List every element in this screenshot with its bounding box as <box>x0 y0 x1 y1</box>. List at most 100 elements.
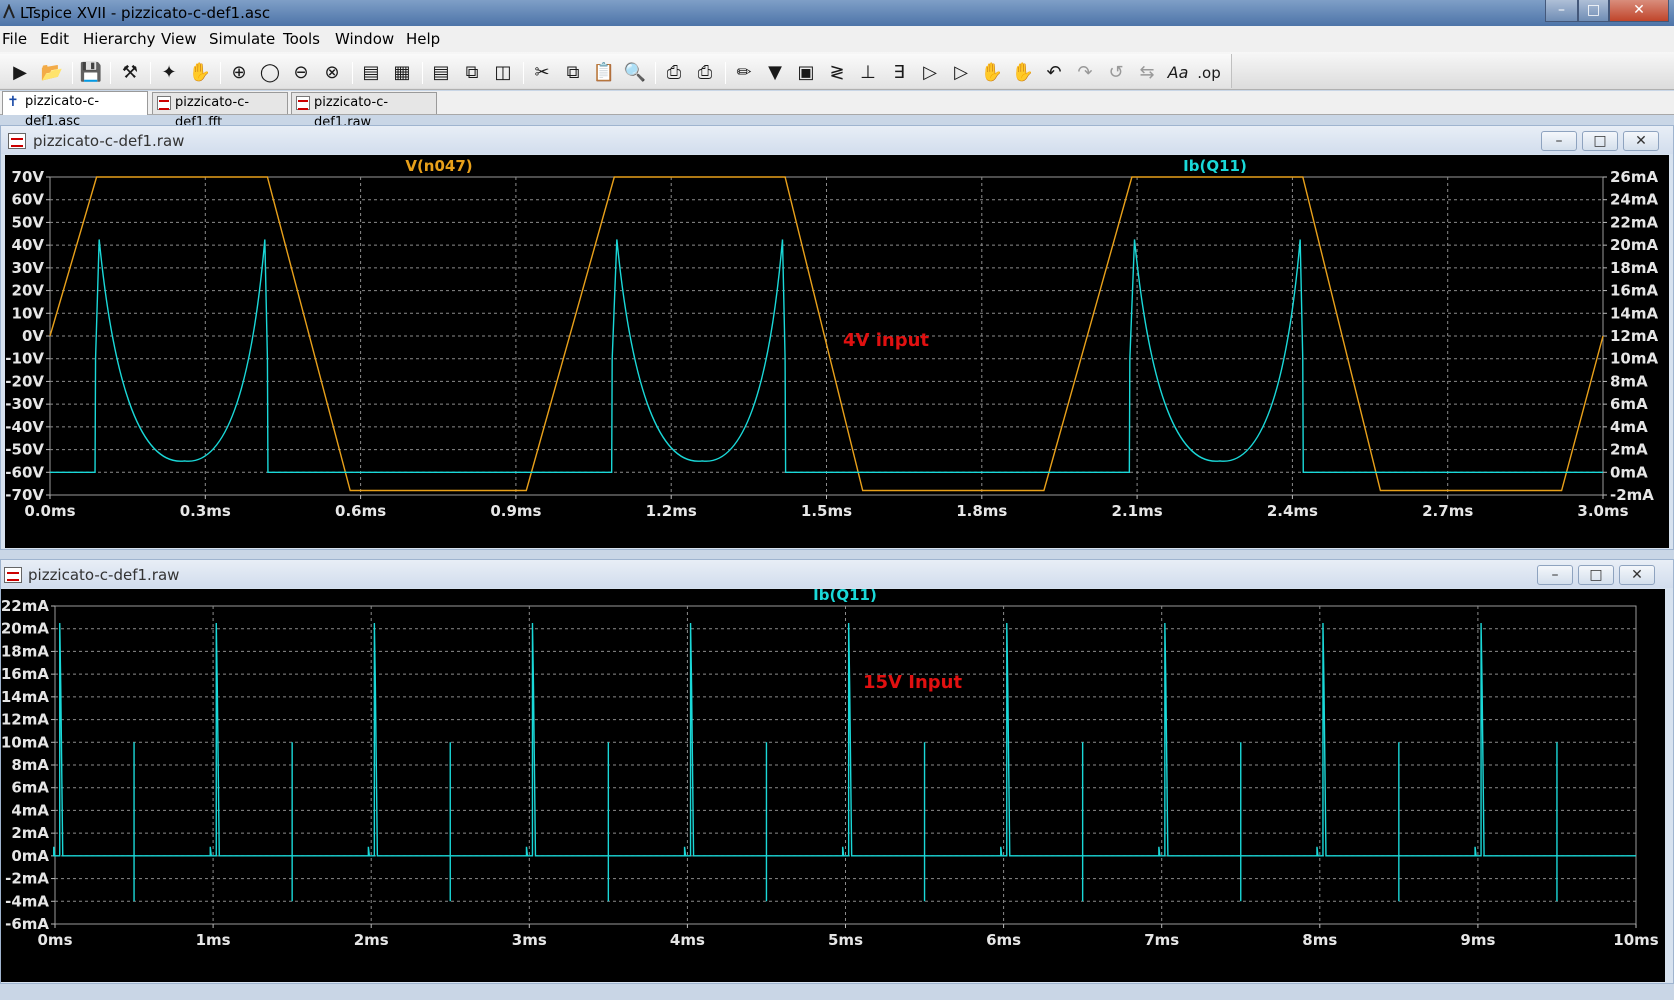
y-tick-label-left: -10V <box>5 350 44 368</box>
resistor-icon[interactable]: ≷ <box>825 61 849 85</box>
maximize-button[interactable]: □ <box>1578 0 1609 22</box>
control-panel-icon[interactable]: ⚒ <box>118 61 142 85</box>
menu-help[interactable]: Help <box>406 30 440 48</box>
x-tick-label: 10ms <box>1613 931 1659 949</box>
menu-view[interactable]: View <box>161 30 197 48</box>
panel-close-button[interactable]: ✕ <box>1623 131 1659 151</box>
y-tick-label-left: 70V <box>12 168 45 186</box>
y-tick-label-left: 10V <box>12 304 45 322</box>
copy-icon[interactable]: ⧉ <box>561 61 585 85</box>
print-preview-icon[interactable]: ⎙ <box>662 61 686 85</box>
ground-icon[interactable]: ▼ <box>763 61 787 85</box>
x-tick-label: 0.3ms <box>180 502 231 520</box>
tab-label: pizzicato-c-def1.asc <box>25 94 100 129</box>
waveform-icon <box>4 567 22 583</box>
panel-maximize-button[interactable]: □ <box>1582 131 1618 151</box>
panel-close-button[interactable]: ✕ <box>1619 565 1655 585</box>
undo-icon[interactable]: ↶ <box>1042 61 1066 85</box>
inductor-icon[interactable]: ∃ <box>887 61 911 85</box>
menu-bar: File Edit Hierarchy View Simulate Tools … <box>0 26 1674 52</box>
y-tick-label-right: 24mA <box>1610 191 1659 209</box>
tab-raw[interactable]: pizzicato-c-def1.raw <box>291 92 437 130</box>
x-tick-label: 7ms <box>1144 931 1179 949</box>
zoom-cancel-icon[interactable]: ⊗ <box>320 61 344 85</box>
rotate-icon[interactable]: ↺ <box>1104 61 1128 85</box>
x-tick-label: 2.1ms <box>1112 502 1163 520</box>
x-tick-label: 1ms <box>196 931 231 949</box>
spice-directive-icon[interactable]: .op <box>1197 61 1221 85</box>
split-icon[interactable]: ▦ <box>390 61 414 85</box>
wire-icon[interactable]: ✏ <box>732 61 756 85</box>
print-icon[interactable]: ⎙ <box>693 61 717 85</box>
autorange-icon[interactable]: ▤ <box>359 61 383 85</box>
capacitor-icon[interactable]: ⊥ <box>856 61 880 85</box>
trace-label: V(n047) <box>405 157 472 175</box>
zoom-out-icon[interactable]: ⊖ <box>289 61 313 85</box>
menu-edit[interactable]: Edit <box>40 30 69 48</box>
waveform-plot-2[interactable]: 0ms 1ms 2ms 3ms 4ms 5ms 6ms 7ms 8ms 9ms 10ms 22mA 20… <box>1 589 1665 982</box>
zoom-area-icon[interactable]: ◯ <box>258 61 282 85</box>
waveform-plot-1[interactable]: 0.0ms 0.3ms 0.6ms 0.9ms 1.2ms 1.5ms 1.8ms 2.1ms… <box>5 155 1669 548</box>
open-icon[interactable]: 📂 <box>40 61 64 85</box>
mirror-icon[interactable]: ⇆ <box>1135 61 1159 85</box>
panel-minimize-button[interactable]: – <box>1537 565 1573 585</box>
cascade-icon[interactable]: ⧉ <box>460 61 484 85</box>
y-tick-label-right: 16mA <box>1610 282 1659 300</box>
title-bar: LTspice XVII - pizzicato-c-def1.asc – □ … <box>0 0 1674 26</box>
zoom-in-icon[interactable]: ⊕ <box>227 61 251 85</box>
menu-hierarchy[interactable]: Hierarchy <box>83 30 156 48</box>
trace-label: Ib(Q11) <box>1183 157 1247 175</box>
x-tick-label: 0.6ms <box>335 502 386 520</box>
y-tick-label-left: -2mA <box>5 870 49 888</box>
tile-horizontal-icon[interactable]: ▤ <box>429 61 453 85</box>
y-tick-label-right: 6mA <box>1610 395 1648 413</box>
cut-icon[interactable]: ✂ <box>530 61 554 85</box>
menu-tools[interactable]: Tools <box>283 30 320 48</box>
x-tick-label: 0.9ms <box>490 502 541 520</box>
y-tick-label-left: -70V <box>5 486 44 504</box>
y-tick-label-right: 0mA <box>1610 463 1648 481</box>
redo-icon[interactable]: ↷ <box>1073 61 1097 85</box>
panel-header: pizzicato-c-def1.raw – □ ✕ <box>1 126 1673 154</box>
waveform-window-1: pizzicato-c-def1.raw – □ ✕ 0.0ms 0.3ms 0.6… <box>0 125 1674 550</box>
waveform-icon <box>8 133 26 149</box>
y-tick-label-right: 20mA <box>1610 236 1659 254</box>
save-icon[interactable]: 💾 <box>79 61 103 85</box>
pan-icon[interactable]: ✋ <box>188 61 212 85</box>
x-tick-label: 0ms <box>38 931 73 949</box>
tile-vertical-icon[interactable]: ◫ <box>491 61 515 85</box>
x-tick-label: 3.0ms <box>1577 502 1628 520</box>
menu-file[interactable]: File <box>2 30 27 48</box>
y-tick-label-left: -60V <box>5 463 44 481</box>
component-icon[interactable]: ▷ <box>949 61 973 85</box>
panel-minimize-button[interactable]: – <box>1541 131 1577 151</box>
toolbar-separator <box>725 62 726 84</box>
x-tick-label: 4ms <box>670 931 705 949</box>
plot-annotation: 4V input <box>843 330 929 351</box>
label-icon[interactable]: ▣ <box>794 61 818 85</box>
panel-maximize-button[interactable]: □ <box>1578 565 1614 585</box>
drag-icon[interactable]: ✋ <box>1011 61 1035 85</box>
minimize-button[interactable]: – <box>1545 0 1578 22</box>
y-tick-label-left: -30V <box>5 395 44 413</box>
move-icon[interactable]: ✋ <box>980 61 1004 85</box>
menu-window[interactable]: Window <box>335 30 394 48</box>
x-tick-label: 8ms <box>1302 931 1337 949</box>
y-tick-label-right: 26mA <box>1610 168 1659 186</box>
y-tick-label-left: 4mA <box>11 801 49 819</box>
run-hammer-icon[interactable]: ✦ <box>157 61 181 85</box>
diode-icon[interactable]: ▷ <box>918 61 942 85</box>
waveform-icon <box>296 96 310 110</box>
y-tick-label-right: 12mA <box>1610 327 1659 345</box>
paste-icon[interactable]: 📋 <box>592 61 616 85</box>
waveform-window-2: pizzicato-c-def1.raw – □ ✕ 0ms 1ms 2ms 3ms 4… <box>0 559 1674 984</box>
toolbar-separator <box>422 62 423 84</box>
tab-schematic[interactable]: ✝ pizzicato-c-def1.asc <box>2 91 148 129</box>
menu-simulate[interactable]: Simulate <box>209 30 275 48</box>
run-icon[interactable]: ▶ <box>8 61 32 85</box>
y-tick-label-left: -4mA <box>5 892 49 910</box>
text-icon[interactable]: Aa <box>1166 61 1190 85</box>
tab-fft[interactable]: pizzicato-c-def1.fft <box>152 92 288 130</box>
close-button[interactable]: ✕ <box>1609 0 1669 22</box>
find-icon[interactable]: 🔍 <box>623 61 647 85</box>
